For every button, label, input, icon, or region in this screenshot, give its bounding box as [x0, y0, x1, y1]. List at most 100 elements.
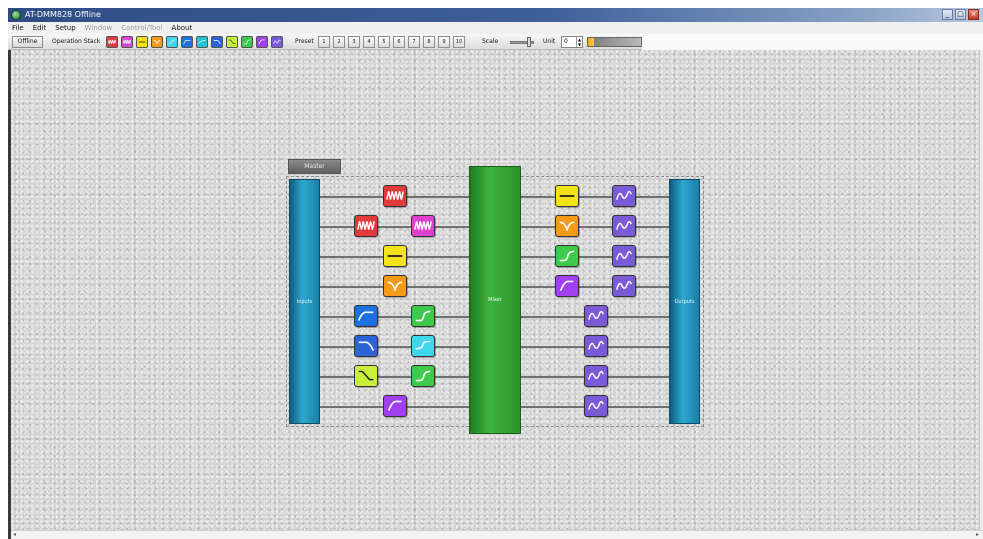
- dsp-block-graphic-eq-icon[interactable]: [584, 305, 608, 327]
- menu-bar: File Edit Setup Window Control/Tool Abou…: [8, 22, 983, 34]
- slope-icon: [358, 370, 374, 381]
- stack-slope-icon[interactable]: [226, 36, 238, 48]
- preset-button-7[interactable]: 7: [408, 36, 420, 48]
- preset-button-8[interactable]: 8: [423, 36, 435, 48]
- dsp-block-low-pass-icon[interactable]: [354, 335, 378, 357]
- graphic-eq-icon: [616, 190, 632, 200]
- dsp-block-notch-eq-icon[interactable]: [383, 275, 407, 297]
- output-channel-wire: [521, 286, 670, 288]
- menu-window[interactable]: Window: [85, 23, 113, 33]
- menu-control-tool[interactable]: Control/Tool: [121, 23, 162, 33]
- menu-file[interactable]: File: [12, 23, 24, 33]
- module-tab[interactable]: Master: [288, 159, 341, 174]
- menu-about[interactable]: About: [172, 23, 193, 33]
- dsp-block-limiter-icon[interactable]: [383, 185, 407, 207]
- window-controls: _ □ ×: [942, 9, 979, 21]
- dsp-block-graphic-eq-icon[interactable]: [612, 185, 636, 207]
- app-logo-icon: [11, 10, 21, 20]
- menu-setup[interactable]: Setup: [55, 23, 75, 33]
- stack-limiter-icon[interactable]: [106, 36, 118, 48]
- input-channel-wire: [320, 346, 470, 348]
- unit-spinner[interactable]: 0 ▲ ▼: [561, 36, 583, 48]
- menu-edit[interactable]: Edit: [33, 23, 47, 33]
- stack-rise-filter-icon[interactable]: [241, 36, 253, 48]
- minimize-button[interactable]: _: [942, 9, 953, 20]
- rise-filter-icon: [559, 250, 575, 262]
- dsp-block-crossover-icon[interactable]: [555, 275, 579, 297]
- outputs-bus[interactable]: Outputs: [669, 179, 700, 424]
- stack-pass-filter-icon[interactable]: [196, 36, 208, 48]
- vertical-scrollbar[interactable]: [979, 50, 983, 530]
- dsp-block-graphic-eq-icon[interactable]: [612, 215, 636, 237]
- graphic-eq-icon: [616, 280, 632, 290]
- preset-button-2[interactable]: 2: [333, 36, 345, 48]
- preset-button-10[interactable]: 10: [453, 36, 465, 48]
- gain-icon: [387, 255, 403, 257]
- dsp-block-rise-filter-icon[interactable]: [555, 245, 579, 267]
- graphic-eq-icon: [588, 370, 604, 380]
- preset-button-3[interactable]: 3: [348, 36, 360, 48]
- stack-low-pass-icon[interactable]: [211, 36, 223, 48]
- close-button[interactable]: ×: [968, 9, 979, 20]
- preset-button-4[interactable]: 4: [363, 36, 375, 48]
- maximize-button[interactable]: □: [955, 9, 966, 20]
- dsp-block-notch-eq-icon[interactable]: [555, 215, 579, 237]
- unit-label: Unit: [543, 38, 556, 45]
- graphic-eq-icon: [588, 400, 604, 410]
- level-meter-fill: [588, 38, 595, 46]
- graphic-eq-icon: [616, 250, 632, 260]
- notch-eq-icon: [559, 221, 575, 231]
- dsp-block-graphic-eq-icon[interactable]: [612, 275, 636, 297]
- level-meter: [587, 37, 642, 47]
- dsp-block-limiter-icon[interactable]: [354, 215, 378, 237]
- dsp-block-high-pass-icon[interactable]: [354, 305, 378, 327]
- dsp-block-slope-icon[interactable]: [354, 365, 378, 387]
- dsp-block-shelf-eq-icon[interactable]: [411, 335, 435, 357]
- scroll-right-icon[interactable]: ▸: [976, 531, 979, 539]
- stack-high-pass-icon[interactable]: [181, 36, 193, 48]
- stack-graphic-eq-icon[interactable]: [271, 36, 283, 48]
- preset-button-6[interactable]: 6: [393, 36, 405, 48]
- input-channel-wire: [320, 226, 470, 228]
- preset-button-1[interactable]: 1: [318, 36, 330, 48]
- limiter-icon: [386, 191, 404, 200]
- horizontal-scrollbar[interactable]: ◂ ▸: [11, 530, 983, 539]
- dsp-block-graphic-eq-icon[interactable]: [584, 335, 608, 357]
- dsp-block-gain-icon[interactable]: [555, 185, 579, 207]
- dsp-block-rise-filter-icon[interactable]: [411, 365, 435, 387]
- preset-button-5[interactable]: 5: [378, 36, 390, 48]
- crossover-icon: [387, 400, 402, 411]
- preset-label: Preset: [295, 38, 314, 45]
- dsp-block-graphic-eq-icon[interactable]: [584, 365, 608, 387]
- dsp-block-compressor-icon[interactable]: [411, 215, 435, 237]
- operation-stack-label: Operation Stack: [52, 38, 101, 45]
- high-pass-icon: [357, 311, 374, 321]
- stack-crossover-icon[interactable]: [256, 36, 268, 48]
- output-channel-wire: [521, 256, 670, 258]
- shelf-eq-icon: [415, 340, 431, 350]
- scale-slider-thumb[interactable]: [527, 37, 531, 47]
- preset-button-9[interactable]: 9: [438, 36, 450, 48]
- spinner-arrows-icon[interactable]: ▲ ▼: [576, 37, 582, 47]
- toolbar: Offline Operation Stack Preset 123456789…: [8, 34, 642, 50]
- scroll-left-icon[interactable]: ◂: [13, 531, 16, 539]
- inputs-bus[interactable]: Inputs: [289, 179, 320, 424]
- stack-compressor-icon[interactable]: [121, 36, 133, 48]
- stack-shelf-eq-icon[interactable]: [166, 36, 178, 48]
- mixer-block[interactable]: Mixer: [469, 166, 521, 434]
- dsp-block-graphic-eq-icon[interactable]: [584, 395, 608, 417]
- stack-gain-icon[interactable]: [136, 36, 148, 48]
- unit-value: 0: [564, 38, 568, 45]
- dsp-block-gain-icon[interactable]: [383, 245, 407, 267]
- stack-notch-eq-icon[interactable]: [151, 36, 163, 48]
- graphic-eq-icon: [588, 340, 604, 350]
- offline-button[interactable]: Offline: [12, 36, 43, 48]
- toolbar-empty-area: [642, 34, 983, 50]
- notch-eq-icon: [387, 281, 403, 291]
- limiter-icon: [357, 221, 375, 230]
- dsp-block-graphic-eq-icon[interactable]: [612, 245, 636, 267]
- input-channel-wire: [320, 316, 470, 318]
- dsp-block-rise-filter-icon[interactable]: [411, 305, 435, 327]
- dsp-block-crossover-icon[interactable]: [383, 395, 407, 417]
- graphic-eq-icon: [588, 310, 604, 320]
